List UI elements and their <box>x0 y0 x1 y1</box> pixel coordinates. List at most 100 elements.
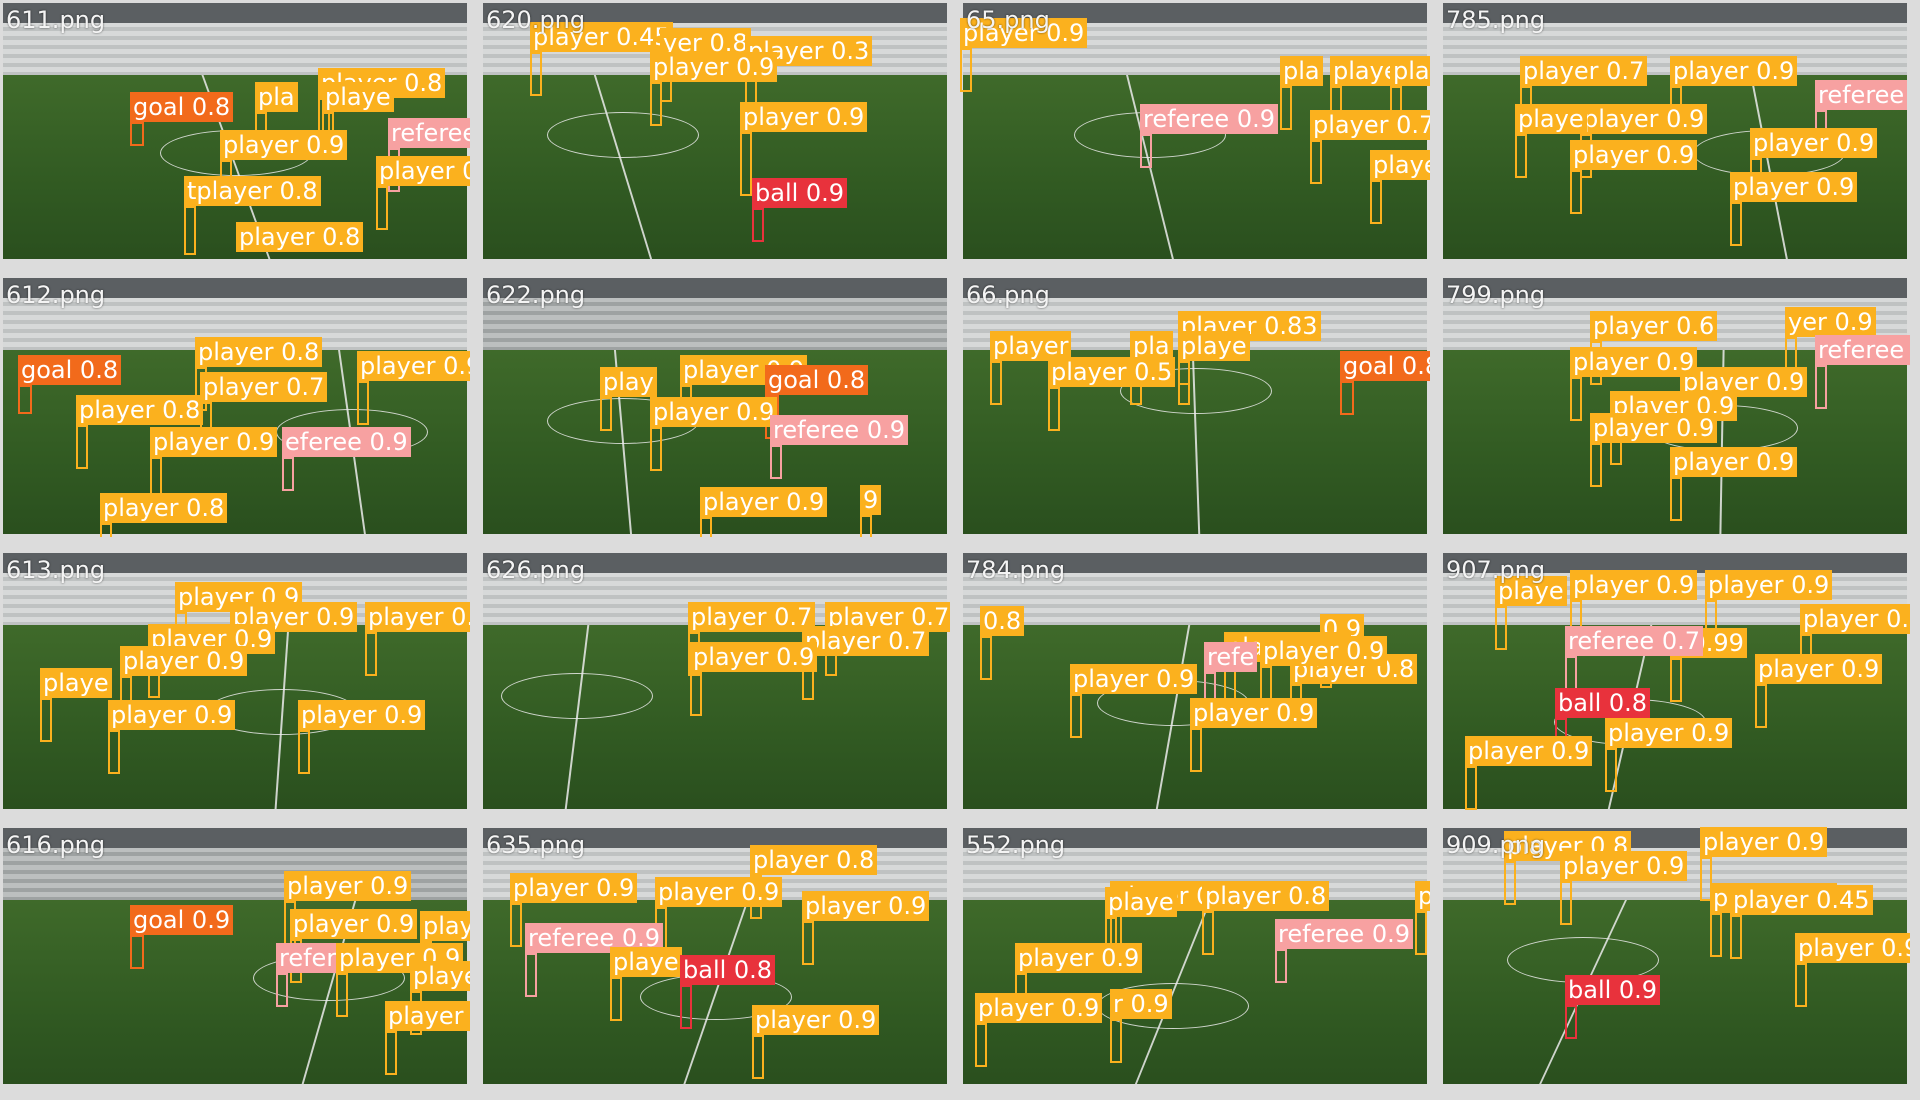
player-label: player 0.9 <box>1750 128 1878 158</box>
image-tile: 620.png player 0.45 yer 0.8 player 0.3 playe… <box>480 0 950 262</box>
player-bbox <box>108 730 120 774</box>
player-label: player 0.9 <box>510 873 638 903</box>
player-bbox <box>1670 658 1682 702</box>
goal-label: goal 0.9 <box>130 905 234 935</box>
image-tile: 626.png player 0.7 player 0.7 player 0.7 pla… <box>480 550 950 812</box>
player-bbox <box>1370 180 1382 224</box>
ball-bbox <box>1565 1005 1577 1039</box>
player-label: player 0.9 <box>700 487 828 517</box>
player-bbox <box>40 698 52 742</box>
player-label: player 0.7 <box>200 372 328 402</box>
image-tile: 613.pngplayer 0.9player 0.9player 0.9pla… <box>0 550 470 812</box>
player-bbox <box>298 730 310 774</box>
ball-label: ball 0.9 <box>1565 975 1661 1005</box>
player-label: player 0.8 <box>1390 56 1430 86</box>
player-label: player 0.9 <box>1705 570 1833 600</box>
player-bbox <box>1730 915 1742 959</box>
player-label: player 0.9 <box>655 877 783 907</box>
player-bbox <box>1670 477 1682 521</box>
player-label: player 0.7 <box>1520 56 1648 86</box>
center-circle <box>547 111 700 158</box>
player-label: 0.8 <box>980 606 1025 636</box>
player-label: yer 0.9 <box>1785 307 1876 337</box>
player-label: player 0.8 <box>100 493 228 523</box>
player-bbox <box>1590 443 1602 487</box>
player-label: player 0.8 <box>195 337 323 367</box>
player-bbox <box>960 48 972 92</box>
image-filename: 620.png <box>486 6 586 34</box>
image-filename: 909.png <box>1446 831 1546 859</box>
player-label: playe <box>1515 104 1587 134</box>
player-label: pla <box>255 82 298 112</box>
pitch <box>483 74 947 259</box>
player-label: player 0.45 <box>1730 885 1873 915</box>
player-label: playe <box>40 668 112 698</box>
halfway-line <box>594 74 653 259</box>
player-label: player 0.9 <box>1800 604 1910 634</box>
image-filename: 613.png <box>6 556 106 584</box>
player-bbox <box>530 52 542 96</box>
player-label: player 0.9 <box>802 891 930 921</box>
player-bbox <box>1504 861 1516 905</box>
player-label: player 0.9 <box>1605 718 1733 748</box>
player-label: player 0.7 <box>802 626 930 656</box>
referee-bbox <box>282 457 294 491</box>
player-label: player 0.9 <box>410 961 470 991</box>
image-tile: 616.pngplayer 0.9goal 0.9player 0.9playe… <box>0 825 470 1087</box>
player-bbox <box>1755 684 1767 728</box>
player-bbox <box>700 517 712 537</box>
image-tile: 622.png player 0.9 play goal 0.8 player 0.9 r… <box>480 275 950 537</box>
player-bbox <box>752 1035 764 1079</box>
image-tile: 611.png goal 0.8 player 0.8 pla playe referee… <box>0 0 470 262</box>
player-bbox <box>357 381 369 425</box>
player-label: player 0.9 <box>298 700 426 730</box>
player-label: player 0.9 <box>1590 413 1718 443</box>
player-label: player 0.9 <box>357 351 470 381</box>
player-label: player 0.9 <box>752 1005 880 1035</box>
player-bbox <box>1048 387 1060 431</box>
referee-bbox <box>276 973 288 1007</box>
player-label: player 0.9 <box>650 397 778 427</box>
player-bbox <box>100 523 112 537</box>
player-label: player 0.9 <box>1015 943 1143 973</box>
player-bbox <box>184 206 196 255</box>
image-tile: 635.png player 0.9 player 0.9 player 0.8 pla… <box>480 825 950 1087</box>
image-filename: 785.png <box>1446 6 1546 34</box>
image-tile: 612.png goal 0.8 player 0.8 player 0.7 playe… <box>0 275 470 537</box>
player-bbox <box>802 921 814 965</box>
player-label: player 0.9 <box>150 427 278 457</box>
image-filename: 907.png <box>1446 556 1546 584</box>
detection-mosaic: 611.png goal 0.8 player 0.8 pla playe referee… <box>0 0 1920 1100</box>
player-label: player 0.9 <box>1070 664 1198 694</box>
image-tile: 785.png player 0.7 player 0.9 referee player… <box>1440 0 1910 262</box>
player-bbox <box>740 132 752 196</box>
goal-label: goal 0.8 <box>765 365 869 395</box>
player-label: player 0.9 <box>1560 851 1688 881</box>
image-tile: 799.png player 0.6 yer 0.9referee 0.9 playe… <box>1440 275 1910 537</box>
player-bbox <box>376 186 388 230</box>
player-label: player 0.9 <box>108 700 236 730</box>
player-label: player 0.7 <box>1310 110 1430 140</box>
player-label: player 0.8 <box>750 845 878 875</box>
player-label: player 0.9 <box>376 156 470 186</box>
goal-bbox <box>18 385 32 414</box>
player-label: player 0.9 <box>1260 636 1388 666</box>
ball-label: ball 0.8 <box>1555 688 1651 718</box>
player-label: player 0.9 <box>290 909 418 939</box>
player-label: player 0.9 <box>220 130 348 160</box>
player-bbox <box>76 425 88 469</box>
player-label: player 0.9 <box>1580 104 1708 134</box>
player-label: player 0.9 <box>690 642 818 672</box>
referee-label: referee 0.9 <box>770 415 908 445</box>
player-bbox <box>365 632 377 676</box>
ball-label: ball 0.9 <box>752 178 848 208</box>
goal-bbox <box>130 122 144 146</box>
player-label: play <box>600 367 657 397</box>
stadium-scene <box>483 553 947 809</box>
player-bbox <box>690 672 702 716</box>
player-bbox <box>510 903 522 947</box>
referee-bbox <box>1275 949 1287 983</box>
referee-bbox <box>525 953 537 997</box>
referee-label: referee 0.9 <box>1275 919 1413 949</box>
player-bbox <box>1730 202 1742 246</box>
